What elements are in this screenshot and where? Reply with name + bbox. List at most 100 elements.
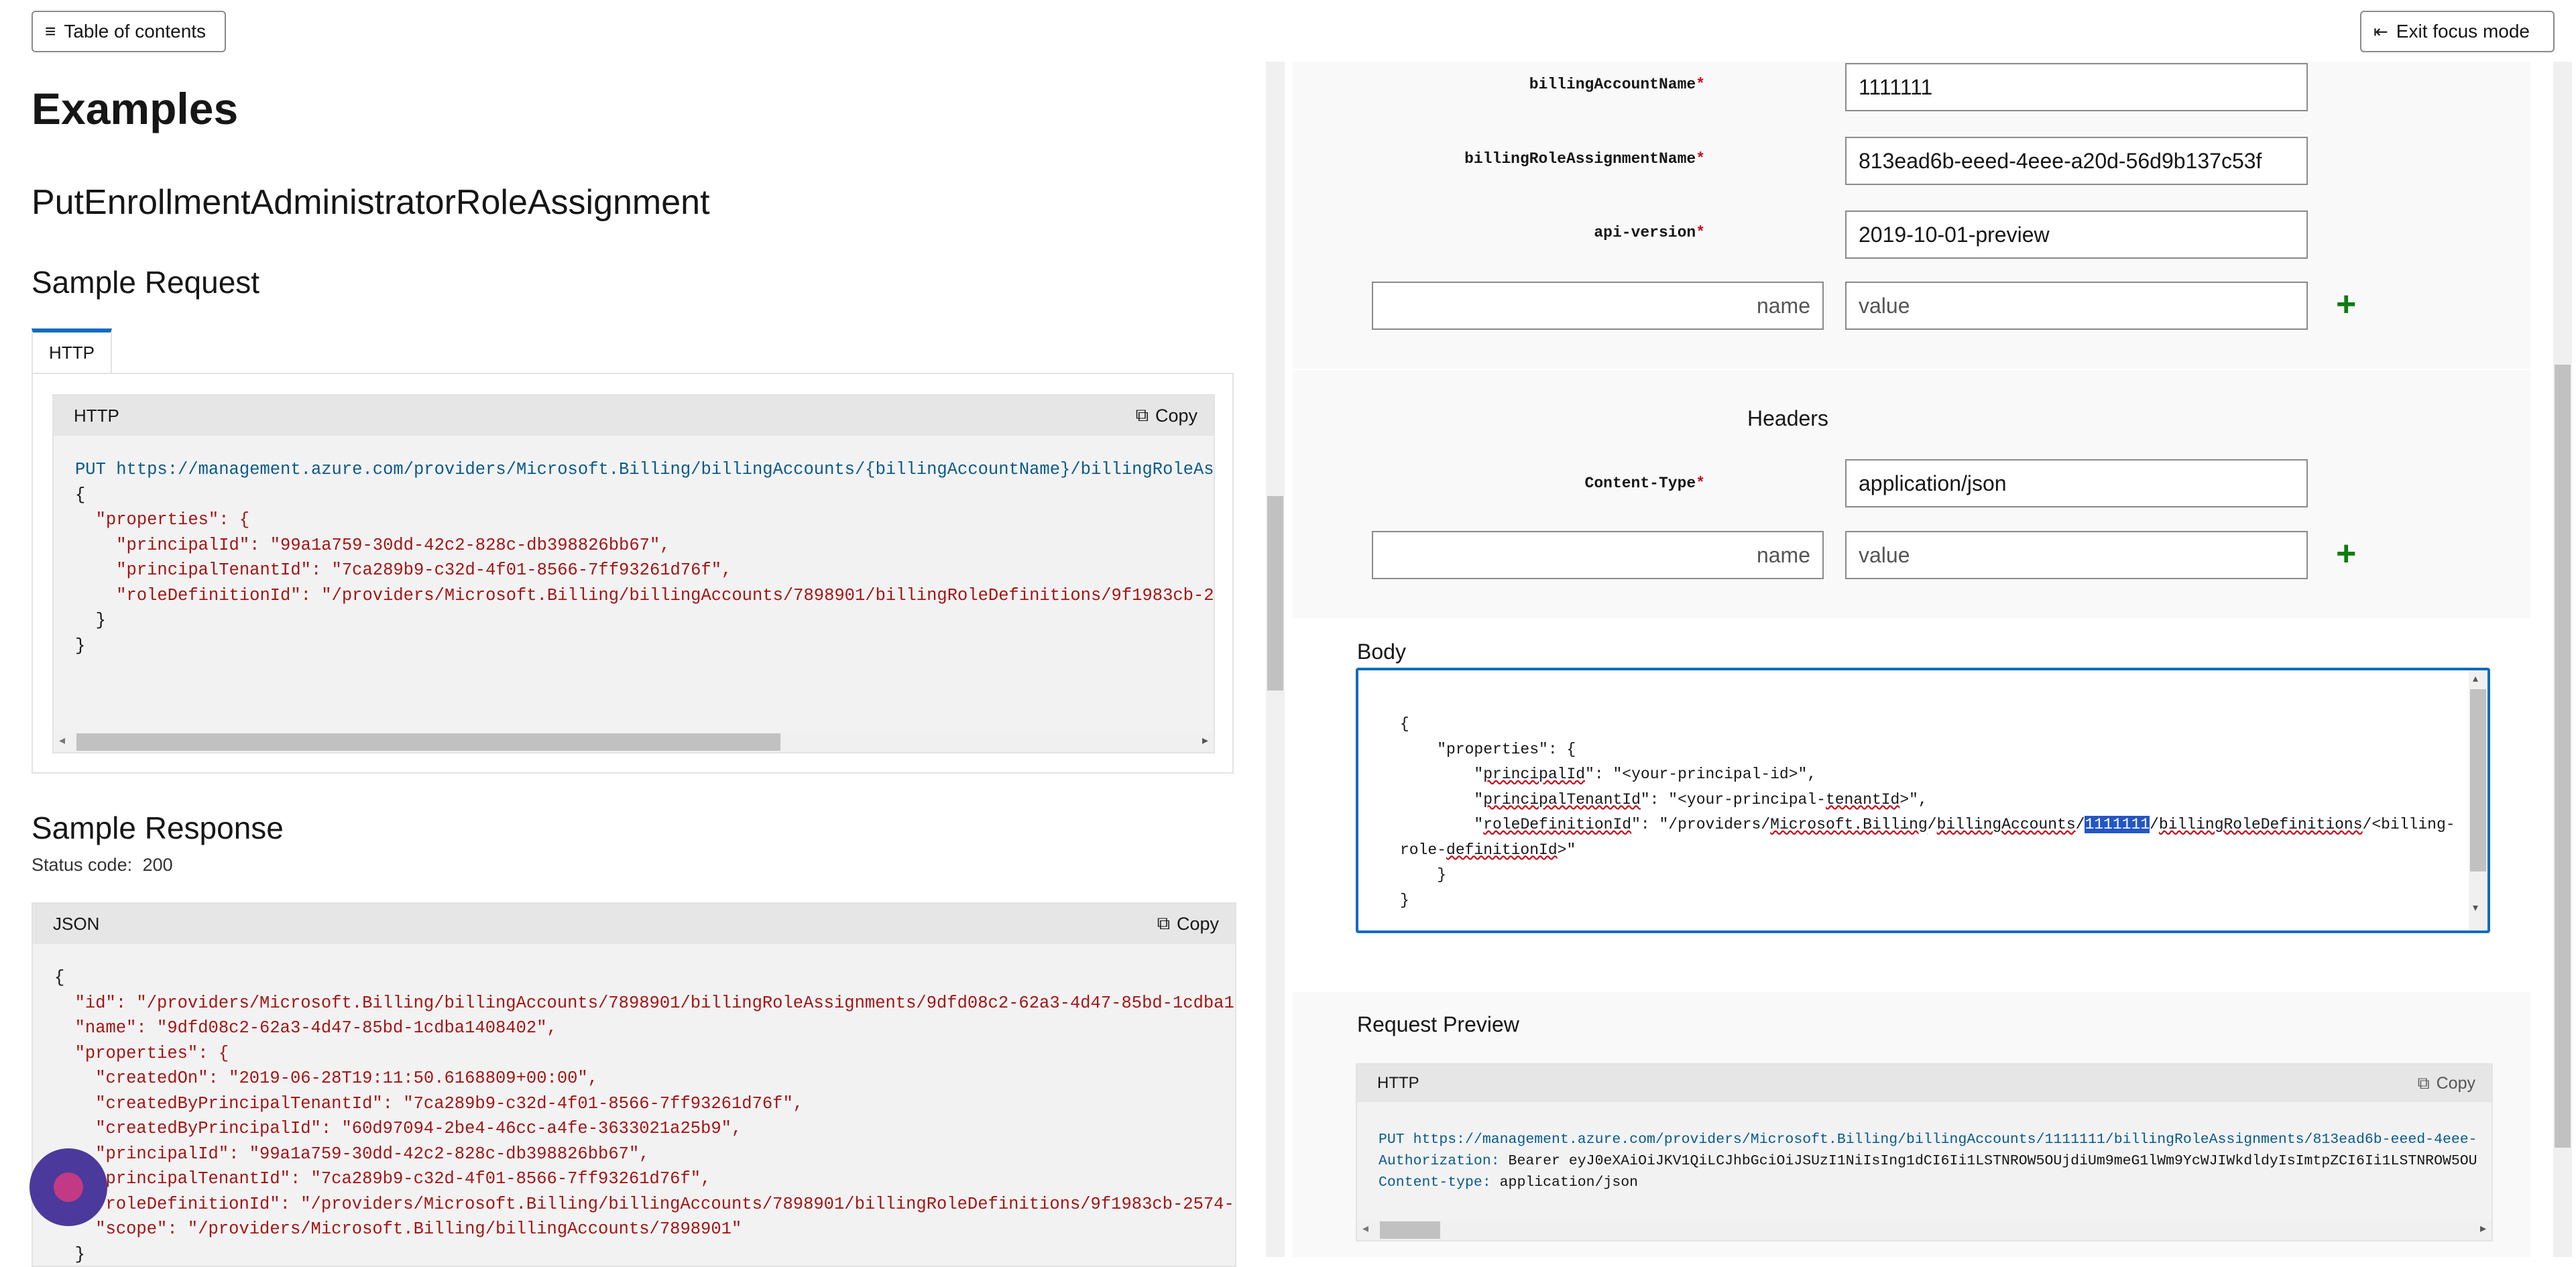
body-scroll-thumb[interactable] (2470, 689, 2486, 871)
add-param-plus-icon[interactable]: + (2336, 287, 2356, 322)
request-line-3: { (75, 483, 1215, 508)
response-line-1: { (54, 965, 1236, 991)
examples-title: Examples (32, 83, 238, 134)
response-line-8: "principalId": "99a1a759-30dd-42c2-828c-… (54, 1142, 1236, 1167)
request-h-thumb[interactable] (76, 733, 780, 751)
param-value-input[interactable]: value (1845, 282, 2308, 330)
avatar-dot-icon (54, 1172, 83, 1202)
preview-copy-button[interactable]: ⧉ Copy (2418, 1065, 2475, 1102)
request-line-7: "roleDefinitionId": "/providers/Microsof… (75, 583, 1215, 609)
body-line-3: "principalId": "<your-principal-id>", (1400, 762, 2455, 788)
tab-http[interactable]: HTTP (32, 328, 112, 373)
status-code-value: 200 (143, 855, 173, 875)
scroll-left-icon[interactable]: ◂ (1362, 1221, 1368, 1235)
preview-h-scrollbar[interactable]: ◂ ▸ (1357, 1220, 2492, 1240)
body-line-6: role-definitionId>" (1400, 838, 2455, 863)
request-line-6: "principalTenantId": "7ca289b9-c32d-4f01… (75, 558, 1215, 583)
status-code-label: Status code: (32, 855, 132, 875)
response-code-header: JSON (33, 904, 1235, 944)
response-code-block: JSON ⧉ Copy { "id": "/providers/Microsof… (32, 902, 1236, 1267)
api-version-input[interactable]: 2019-10-01-preview (1845, 210, 2308, 259)
param-name-input[interactable]: name (1372, 282, 1824, 330)
preview-code-header: HTTP (1357, 1065, 2492, 1102)
preview-line-2: Authorization: Bearer eyJ0eXAiOiJKV1QiLC… (1379, 1150, 2477, 1172)
response-code-lang: JSON (53, 914, 99, 934)
request-line-8: } (75, 608, 1215, 634)
response-line-10: "roleDefinitionId": "/providers/Microsof… (54, 1192, 1236, 1217)
request-code-text: PUT https://management.azure.com/provide… (75, 457, 1215, 658)
preview-line-3: Content-type: application/json (1379, 1172, 2477, 1193)
header-label-content-type: Content-Type* (1276, 475, 1705, 492)
feedback-avatar-button[interactable] (30, 1148, 107, 1226)
request-line-9: } (75, 634, 1215, 659)
copy-icon: ⧉ (1157, 913, 1170, 934)
request-code-block: HTTP ⧉ Copy PUT https://management.azure… (52, 394, 1215, 753)
body-text: { "properties": { "principalId": "<your-… (1400, 712, 2455, 913)
status-code: Status code: 200 (32, 855, 173, 876)
body-line-8: } (1400, 888, 2455, 914)
example-name: PutEnrollmentAdministratorRoleAssignment (32, 182, 710, 223)
request-code-lang: HTTP (74, 406, 119, 426)
scroll-up-icon[interactable]: ▴ (2473, 672, 2478, 685)
response-copy-label: Copy (1177, 914, 1219, 934)
response-line-9: "principalTenantId": "7ca289b9-c32d-4f01… (54, 1166, 1236, 1192)
add-header-plus-icon[interactable]: + (2336, 536, 2356, 571)
preview-code-block: HTTP ⧉ Copy PUT https://management.azure… (1356, 1063, 2493, 1242)
request-line-4: "properties": { (75, 507, 1215, 533)
exit-focus-label: Exit focus mode (2396, 21, 2530, 42)
scroll-right-icon[interactable]: ▸ (2480, 1221, 2486, 1235)
tab-http-label: HTTP (49, 343, 95, 363)
preview-code-text: PUT https://management.azure.com/provide… (1379, 1129, 2477, 1193)
content-type-input[interactable]: application/json (1845, 459, 2308, 507)
response-line-12: } (54, 1242, 1236, 1267)
request-h-scrollbar[interactable]: ◂ ▸ (54, 732, 1214, 752)
body-scrollbar[interactable]: ▴ ▾ (2469, 670, 2487, 930)
billing-role-assignment-name-input[interactable]: 813ead6b-eeed-4eee-a20d-56d9b137c53f (1845, 137, 2308, 185)
menu-icon: ≡ (45, 21, 56, 42)
param-label-0: billingAccountName* (1276, 76, 1705, 93)
toc-label: Table of contents (64, 21, 206, 42)
preview-h-thumb[interactable] (1380, 1221, 1440, 1239)
response-line-5: "createdOn": "2019-06-28T19:11:50.616880… (54, 1066, 1236, 1091)
scroll-right-icon[interactable]: ▸ (1202, 733, 1208, 747)
body-line-5: "roleDefinitionId": "/providers/Microsof… (1400, 812, 2455, 838)
param-label-1: billingRoleAssignmentName* (1276, 150, 1705, 168)
response-line-2: "id": "/providers/Microsoft.Billing/bill… (54, 991, 1236, 1016)
body-editor[interactable]: { "properties": { "principalId": "<your-… (1356, 668, 2490, 933)
doc-pane: ≡ Table of contents Examples PutEnrollme… (0, 0, 1266, 1257)
headers-title: Headers (1747, 406, 1828, 431)
doc-pane-scroll-thumb[interactable] (1267, 496, 1283, 690)
request-code-header: HTTP (54, 396, 1214, 436)
preview-title: Request Preview (1357, 1012, 1519, 1037)
selected-text: 1111111 (2085, 816, 2150, 833)
scroll-left-icon[interactable]: ◂ (59, 733, 65, 747)
copy-icon: ⧉ (2418, 1074, 2430, 1093)
body-title: Body (1357, 640, 1406, 664)
sample-response-title: Sample Response (32, 810, 284, 846)
preview-copy-label: Copy (2437, 1074, 2475, 1093)
response-copy-button[interactable]: ⧉ Copy (1157, 904, 1219, 944)
body-line-7: } (1400, 863, 2455, 888)
response-line-4: "properties": { (54, 1041, 1236, 1067)
exit-icon: ⇤ (2374, 21, 2388, 42)
param-label-2: api-version* (1276, 224, 1705, 241)
sample-request-title: Sample Request (32, 264, 259, 300)
toc-button[interactable]: ≡ Table of contents (32, 11, 226, 52)
billing-account-name-input[interactable]: 1111111 (1845, 63, 2308, 111)
response-line-3: "name": "9dfd08c2-62a3-4d47-85bd-1cdba14… (54, 1016, 1236, 1041)
exit-focus-button[interactable]: ⇤ Exit focus mode (2360, 11, 2555, 52)
header-name-input[interactable]: name (1372, 531, 1824, 579)
body-line-1: { (1400, 712, 2455, 737)
try-it-scrollbar[interactable] (2553, 62, 2572, 1257)
preview-line-1: PUT https://management.azure.com/provide… (1379, 1129, 2477, 1150)
copy-icon: ⧉ (1136, 405, 1149, 426)
body-line-4: "principalTenantId": "<your-principal-te… (1400, 788, 2455, 813)
request-copy-button[interactable]: ⧉ Copy (1136, 396, 1197, 436)
header-value-input[interactable]: value (1845, 531, 2308, 579)
response-line-6: "createdByPrincipalTenantId": "7ca289b9-… (54, 1091, 1236, 1117)
try-it-scroll-thumb[interactable] (2555, 365, 2571, 1148)
request-line-1: PUT https://management.azure.com/provide… (75, 457, 1215, 483)
request-line-5: "principalId": "99a1a759-30dd-42c2-828c-… (75, 533, 1215, 558)
response-line-11: "scope": "/providers/Microsoft.Billing/b… (54, 1217, 1236, 1242)
scroll-down-icon[interactable]: ▾ (2473, 901, 2478, 914)
